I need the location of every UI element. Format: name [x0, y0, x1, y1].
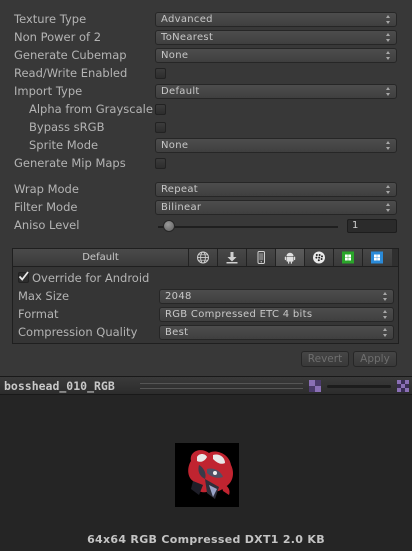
preview-header: bosshead_010_RGB	[0, 376, 412, 395]
non-power-of-2-row: Non Power of 2 ToNearest	[0, 29, 412, 47]
rgb-channel-icon[interactable]	[309, 380, 321, 392]
platform-tab-bar: Default	[12, 248, 399, 267]
texture-import-inspector: Texture Type Advanced Non Power of 2 ToN…	[0, 0, 412, 376]
aniso-level-slider-thumb[interactable]	[163, 220, 175, 232]
generate-cubemap-label: Generate Cubemap	[14, 48, 127, 62]
android-override-panel: Override for Android Max Size 2048 Forma…	[12, 267, 399, 344]
dropdown-arrows-icon	[386, 33, 391, 42]
mip-level-slider[interactable]	[327, 385, 391, 388]
filter-mode-row: Filter Mode Bilinear	[0, 199, 412, 217]
tab-default[interactable]: Default	[13, 249, 189, 266]
wrap-mode-dropdown[interactable]: Repeat	[155, 182, 397, 197]
import-type-label: Import Type	[14, 84, 83, 98]
aniso-level-label: Aniso Level	[14, 218, 80, 232]
sprite-mode-row: Sprite Mode None	[0, 137, 412, 155]
generate-mip-maps-row: Generate Mip Maps	[0, 155, 412, 173]
generate-mip-maps-label: Generate Mip Maps	[14, 156, 126, 170]
max-size-dropdown[interactable]: 2048	[159, 289, 394, 304]
texture-type-row: Texture Type Advanced	[0, 11, 412, 29]
texture-preview-image	[175, 443, 239, 507]
import-type-row: Import Type Default	[0, 83, 412, 101]
revert-button[interactable]: Revert	[301, 351, 349, 367]
tab-android[interactable]	[276, 249, 305, 266]
read-write-checkbox[interactable]	[155, 68, 166, 79]
iphone-icon	[257, 251, 265, 264]
dropdown-arrows-icon	[386, 203, 391, 212]
compression-quality-label: Compression Quality	[18, 325, 138, 339]
dropdown-arrows-icon	[383, 292, 388, 301]
aniso-level-slider-track[interactable]	[158, 226, 338, 228]
alpha-from-grayscale-checkbox[interactable]	[155, 104, 166, 115]
sprite-mode-label: Sprite Mode	[29, 138, 99, 152]
generate-mip-maps-checkbox[interactable]	[155, 158, 166, 169]
override-android-label: Override for Android	[32, 271, 150, 285]
checkmark-icon	[18, 271, 29, 281]
dropdown-arrows-icon	[383, 310, 388, 319]
windows-store-icon	[342, 251, 354, 264]
non-power-of-2-dropdown[interactable]: ToNearest	[155, 30, 397, 45]
web-globe-icon	[197, 251, 209, 264]
texture-type-dropdown[interactable]: Advanced	[155, 12, 397, 27]
android-icon	[284, 252, 296, 264]
max-size-label: Max Size	[18, 289, 70, 303]
dropdown-arrows-icon	[383, 328, 388, 337]
read-write-label: Read/Write Enabled	[14, 66, 128, 80]
dropdown-arrows-icon	[386, 141, 391, 150]
override-android-checkbox[interactable]	[18, 271, 29, 283]
alpha-from-grayscale-label: Alpha from Grayscale	[29, 102, 153, 116]
tab-windows-store[interactable]	[334, 249, 363, 266]
read-write-row: Read/Write Enabled	[0, 65, 412, 83]
tab-web[interactable]	[189, 249, 218, 266]
filter-mode-dropdown[interactable]: Bilinear	[155, 200, 397, 215]
dropdown-arrows-icon	[386, 87, 391, 96]
blackberry-icon	[313, 251, 325, 264]
dropdown-arrows-icon	[386, 185, 391, 194]
non-power-of-2-label: Non Power of 2	[14, 30, 102, 44]
format-dropdown[interactable]: RGB Compressed ETC 4 bits	[159, 307, 394, 322]
tab-blackberry[interactable]	[305, 249, 334, 266]
preview-title: bosshead_010_RGB	[4, 379, 115, 393]
wrap-mode-row: Wrap Mode Repeat	[0, 181, 412, 199]
apply-button[interactable]: Apply	[353, 351, 397, 367]
tab-iphone[interactable]	[247, 249, 276, 266]
sprite-mode-dropdown[interactable]: None	[155, 138, 397, 153]
tab-windows-phone[interactable]	[363, 249, 392, 266]
generate-cubemap-dropdown[interactable]: None	[155, 48, 397, 63]
texture-preview-area: 64x64 RGB Compressed DXT1 2.0 KB	[0, 395, 412, 551]
dropdown-arrows-icon	[386, 51, 391, 60]
format-label: Format	[18, 307, 59, 321]
aniso-level-field[interactable]: 1	[347, 219, 397, 233]
dropdown-arrows-icon	[386, 15, 391, 24]
bypass-srgb-label: Bypass sRGB	[29, 120, 105, 134]
windows-phone-icon	[371, 251, 383, 264]
bypass-srgb-row: Bypass sRGB	[0, 119, 412, 137]
texture-info-text: 64x64 RGB Compressed DXT1 2.0 KB	[87, 533, 325, 546]
texture-type-label: Texture Type	[14, 12, 87, 26]
bypass-srgb-checkbox[interactable]	[155, 122, 166, 133]
import-type-dropdown[interactable]: Default	[155, 84, 397, 99]
alpha-from-grayscale-row: Alpha from Grayscale	[0, 101, 412, 119]
tab-standalone[interactable]	[218, 249, 247, 266]
generate-cubemap-row: Generate Cubemap None	[0, 47, 412, 65]
filter-mode-label: Filter Mode	[14, 200, 78, 214]
wrap-mode-label: Wrap Mode	[14, 182, 79, 196]
standalone-download-icon	[226, 252, 238, 264]
compression-quality-dropdown[interactable]: Best	[159, 325, 394, 340]
mip-level-icon[interactable]	[397, 380, 409, 392]
preview-drag-handle[interactable]	[140, 383, 303, 389]
